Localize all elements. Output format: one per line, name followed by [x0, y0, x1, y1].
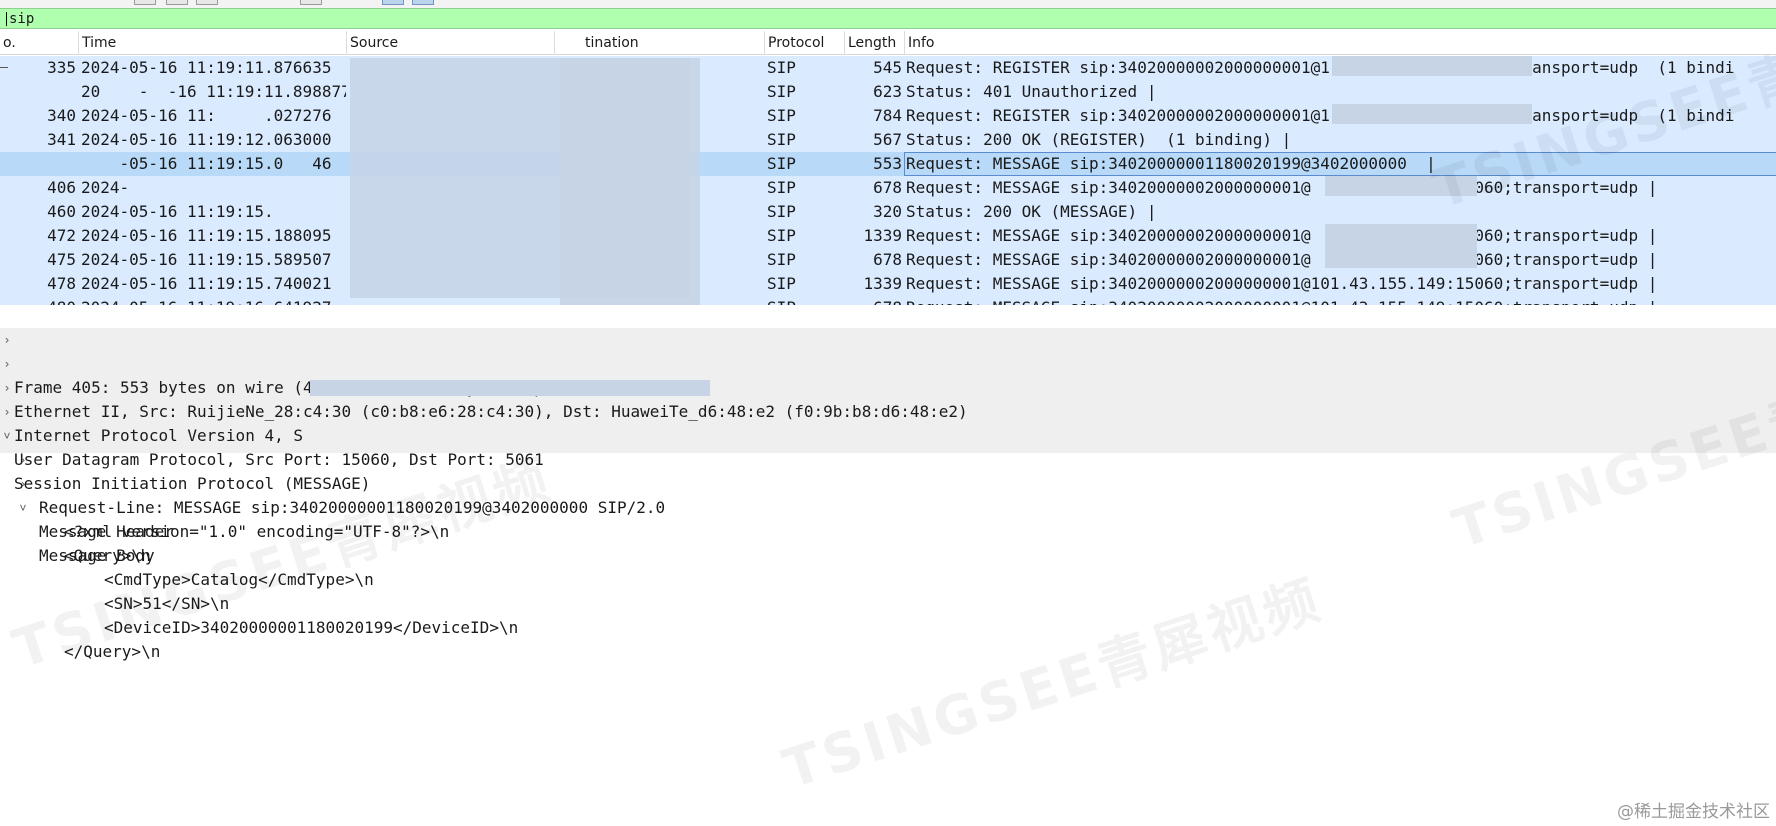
packet-protocol: SIP [767, 226, 796, 245]
tree-item-label: Internet Protocol Version 4, S [14, 426, 303, 445]
packet-row[interactable]: 472 2024-05-16 11:19:15.188095 SIP 1339 … [0, 224, 1776, 248]
packet-time: 2024-05-16 11:19:15. [81, 202, 274, 221]
toolbar-button[interactable] [300, 0, 322, 5]
packet-length: 1339 [863, 226, 902, 245]
packet-no: 475 [47, 250, 76, 269]
packet-protocol: SIP [767, 106, 796, 125]
main-toolbar [0, 0, 1776, 8]
redacted-address [310, 380, 710, 396]
packet-length: 678 [873, 178, 902, 197]
packet-protocol: SIP [767, 250, 796, 269]
packet-row[interactable]: 480 2024-05-16 11:19:16.641927 SIP 678 R… [0, 296, 1776, 305]
column-header-no[interactable]: o. [0, 31, 78, 55]
packet-info: Request: MESSAGE sip:3402000000200000000… [906, 296, 1776, 305]
display-filter-bar[interactable]: sip [0, 8, 1776, 29]
column-header-destination[interactable]: tination [554, 31, 764, 55]
toolbar-button[interactable] [134, 0, 156, 5]
packet-length: 1339 [863, 274, 902, 293]
packet-no: 340 [47, 106, 76, 125]
packet-no: 335 [47, 58, 76, 77]
packet-time: 2024-05-16 11: .027276 [81, 106, 332, 125]
packet-protocol: SIP [767, 274, 796, 293]
packet-no: 472 [47, 226, 76, 245]
column-header-protocol[interactable]: Protocol [764, 31, 844, 55]
tree-item-udp[interactable]: › User Datagram Protocol, Src Port: 1506… [0, 400, 543, 469]
expand-chevron-icon[interactable]: › [16, 448, 30, 472]
packet-row[interactable]: 475 2024-05-16 11:19:15.589507 SIP 678 R… [0, 248, 1776, 272]
zoom-toggle-icon[interactable] [412, 0, 434, 5]
tree-item-frame[interactable]: › Frame 405: 553 bytes on wire (4424 bit… [0, 328, 707, 397]
packet-no: 341 [47, 130, 76, 149]
packet-protocol: SIP [767, 58, 796, 77]
packet-length: 784 [873, 106, 902, 125]
packet-time: 2024- [81, 178, 130, 197]
text-cursor [6, 12, 7, 26]
colorize-toggle-icon[interactable] [382, 0, 404, 5]
packet-info: Status: 200 OK (MESSAGE) | [906, 202, 1157, 221]
packet-length: 320 [873, 202, 902, 221]
tree-item-sip[interactable]: ˅ Session Initiation Protocol (MESSAGE) [0, 424, 370, 493]
packet-protocol: SIP [767, 296, 843, 305]
packet-protocol: SIP [767, 178, 796, 197]
source-credit: @稀土掘金技术社区 [1617, 802, 1770, 822]
column-header-time[interactable]: Time [78, 31, 346, 55]
tree-item-request-line[interactable]: › Request-Line: MESSAGE sip:340200000011… [0, 448, 665, 517]
expand-chevron-icon[interactable]: › [0, 328, 14, 352]
packet-no: 480 [0, 296, 76, 305]
expand-chevron-icon[interactable]: › [0, 400, 14, 424]
packet-row[interactable]: 20 - -16 11:19:11.898877 SIP 623 Status:… [0, 80, 1776, 104]
packet-no: 406 [47, 178, 76, 197]
packet-length: 545 [873, 58, 902, 77]
collapse-chevron-icon[interactable]: ˅ [16, 496, 30, 520]
redacted-address [1332, 56, 1532, 76]
packet-protocol: SIP [767, 130, 796, 149]
packet-length: 553 [873, 154, 902, 173]
column-header-length[interactable]: Length [844, 31, 904, 55]
packet-time: 2024-05-16 11:19:12.063000 [81, 130, 332, 149]
packet-time: 2024-05-16 11:19:15.740021 [81, 274, 332, 293]
packet-length: 678 [873, 250, 902, 269]
packet-info: Request: MESSAGE sip:3402000000200000000… [906, 274, 1658, 293]
toolbar-button[interactable] [196, 0, 218, 5]
collapse-chevron-icon[interactable]: ˅ [0, 424, 14, 448]
packet-time: 2024-05-16 11:19:11.876635 [81, 58, 332, 77]
redacted-destination-area [560, 58, 700, 305]
packet-time: 2024-05-16 11:19:15.188095 [81, 226, 332, 245]
display-filter-input[interactable]: sip [9, 9, 34, 29]
expand-chevron-icon[interactable]: › [0, 352, 14, 376]
packet-no [0, 152, 76, 176]
packet-list-header: o. Time Source tination Protocol Length … [0, 31, 1776, 55]
tree-item-message-header[interactable]: › Message Header [0, 472, 173, 541]
tree-item-ethernet[interactable]: › Ethernet II, Src: RuijieNe_28:c4:30 (c… [0, 352, 967, 421]
packet-time: 2024-05-16 11:19:15.589507 [81, 250, 332, 269]
packet-time: 2024-05-16 11:19:16.641927 [81, 296, 346, 305]
packet-protocol: SIP [767, 202, 796, 221]
tree-item-message-body[interactable]: ˅ Message Body [0, 496, 154, 565]
packet-row[interactable]: 478 2024-05-16 11:19:15.740021 SIP 1339 … [0, 272, 1776, 296]
packet-time: 20 - -16 11:19:11.898877 [81, 82, 346, 101]
column-header-info[interactable]: Info [904, 31, 1776, 55]
packet-length: 623 [873, 82, 902, 101]
redacted-address [1325, 224, 1477, 268]
tree-item-ip[interactable]: › Internet Protocol Version 4, S [0, 376, 710, 445]
redacted-address [1332, 104, 1532, 124]
expand-chevron-icon[interactable]: › [0, 376, 14, 400]
toolbar-button[interactable] [166, 0, 188, 5]
packet-protocol: SIP [767, 82, 796, 101]
tree-item-label: Ethernet II, Src: RuijieNe_28:c4:30 (c0:… [14, 402, 968, 421]
packet-length: 567 [873, 130, 902, 149]
packet-time: -05-16 11:19:15.0 46 [81, 154, 332, 173]
column-header-source[interactable]: Source [346, 31, 554, 55]
packet-no: 478 [47, 274, 76, 293]
packet-length: 678 [844, 296, 902, 305]
tree-item-label: Session Initiation Protocol (MESSAGE) [14, 474, 371, 493]
packet-row[interactable]: 460 2024-05-16 11:19:15. SIP 320 Status:… [0, 200, 1776, 224]
packet-no [0, 80, 76, 104]
packet-no: 460 [47, 202, 76, 221]
packet-protocol: SIP [767, 154, 796, 173]
expand-chevron-icon[interactable]: › [16, 472, 30, 496]
